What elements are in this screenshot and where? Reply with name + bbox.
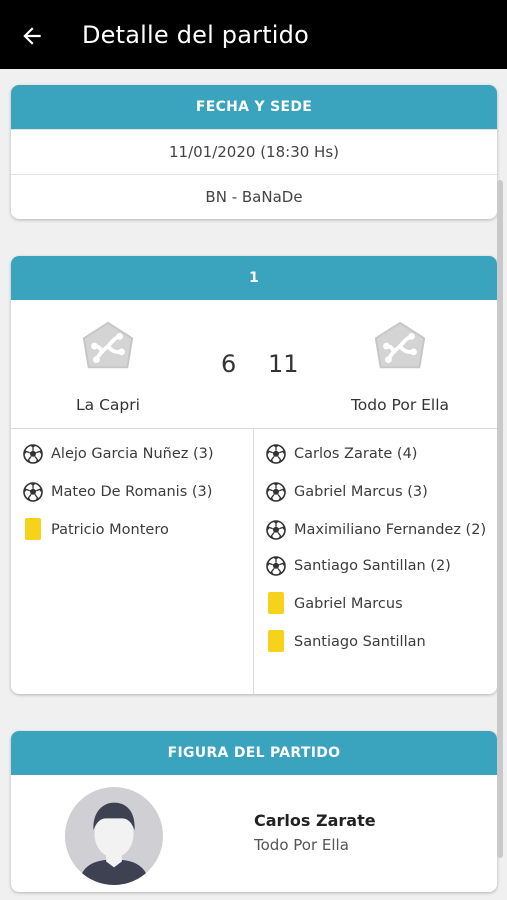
soccer-ball-icon [266, 520, 286, 540]
scrollbar[interactable] [497, 180, 503, 858]
home-score: 6 [221, 350, 237, 378]
away-event-item: Santiago Santillan (2) [266, 555, 489, 577]
soccer-ball-icon [23, 444, 43, 464]
event-player-label: Santiago Santillan (2) [294, 558, 451, 574]
yellow-card-icon [268, 592, 284, 614]
player-of-match-header: FIGURA DEL PARTIDO [11, 731, 497, 775]
yellow-card-icon [268, 630, 284, 652]
event-player-label: Gabriel Marcus [294, 596, 403, 612]
home-team-name: La Capri [76, 396, 140, 414]
home-event-item: Alejo Garcia Nuñez (3) [23, 443, 253, 465]
event-player-label: Santiago Santillan [294, 634, 426, 650]
team-shield-icon [374, 321, 426, 369]
team-shield-icon [82, 321, 134, 369]
avatar [65, 787, 163, 885]
away-score: 11 [268, 350, 299, 378]
event-player-label: Maximiliano Fernandez (2) [294, 522, 487, 538]
match-datetime: 11/01/2020 (18:30 Hs) [11, 129, 497, 174]
event-player-label: Alejo Garcia Nuñez (3) [51, 446, 214, 462]
home-events-list: Alejo Garcia Nuñez (3) Mateo De Romanis (… [11, 429, 254, 694]
away-event-item: Maximiliano Fernandez (2) [266, 519, 489, 541]
match-number-header: 1 [11, 256, 497, 300]
away-event-item: Santiago Santillan [266, 630, 489, 653]
soccer-ball-icon [266, 556, 286, 576]
soccer-ball-icon [266, 482, 286, 502]
event-player-label: Mateo De Romanis (3) [51, 484, 213, 500]
event-player-label: Patricio Montero [51, 522, 169, 538]
scoreboard: 6 11 La Capri Todo Por Ella [11, 300, 497, 429]
soccer-ball-icon [23, 482, 43, 502]
player-of-match-card: FIGURA DEL PARTIDO Carlos Zarate Todo Po… [11, 731, 497, 892]
app-bar: Detalle del partido [0, 0, 507, 69]
match-events: Alejo Garcia Nuñez (3) Mateo De Romanis (… [11, 429, 497, 694]
arrow-left-icon [23, 27, 41, 45]
match-venue: BN - BaNaDe [11, 174, 497, 219]
player-of-match-body: Carlos Zarate Todo Por Ella [11, 775, 497, 892]
event-player-label: Carlos Zarate (4) [294, 446, 418, 462]
back-button[interactable] [16, 20, 48, 52]
event-player-label: Gabriel Marcus (3) [294, 484, 428, 500]
away-event-item: Gabriel Marcus [266, 592, 489, 615]
yellow-card-icon [25, 518, 41, 540]
away-event-item: Carlos Zarate (4) [266, 443, 489, 465]
home-event-item: Mateo De Romanis (3) [23, 481, 253, 503]
venue-header: FECHA Y SEDE [11, 85, 497, 129]
player-of-match-team: Todo Por Ella [254, 836, 349, 854]
away-team-name: Todo Por Ella [350, 396, 450, 414]
away-event-item: Gabriel Marcus (3) [266, 481, 489, 503]
away-events-list: Carlos Zarate (4) Gabriel Marcus (3) Maxim… [254, 429, 497, 694]
match-detail-content[interactable]: FECHA Y SEDE 11/01/2020 (18:30 Hs) BN - … [0, 69, 507, 900]
venue-card: FECHA Y SEDE 11/01/2020 (18:30 Hs) BN - … [11, 85, 497, 219]
soccer-ball-icon [266, 444, 286, 464]
player-of-match-name: Carlos Zarate [254, 811, 376, 830]
match-card: 1 6 11 La Capri Todo Por Ella Alejo Garc… [11, 256, 497, 694]
home-event-item: Patricio Montero [23, 518, 253, 541]
page-title: Detalle del partido [82, 21, 309, 49]
